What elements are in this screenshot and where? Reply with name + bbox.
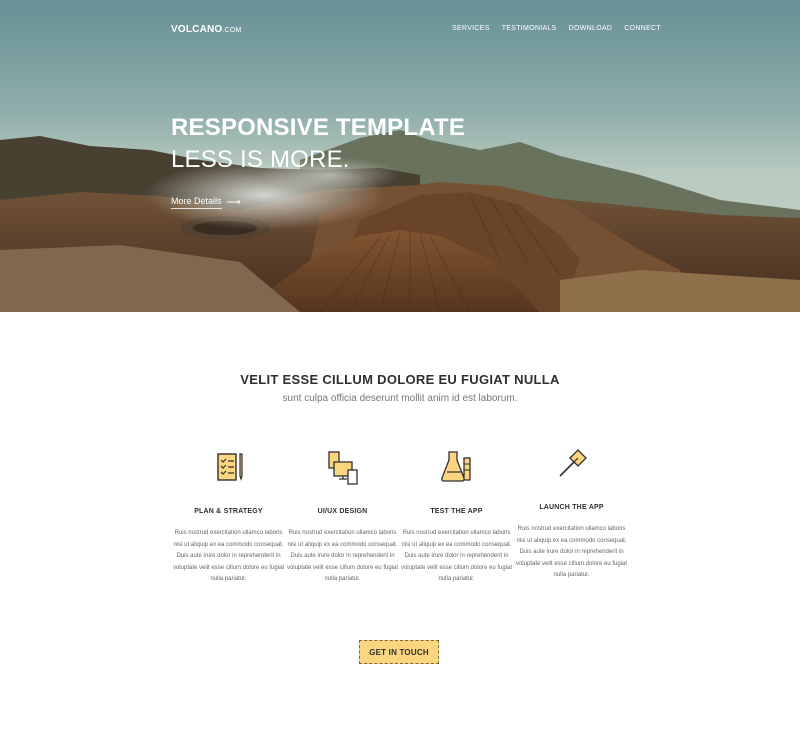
flag-icon <box>558 449 587 477</box>
feature-text: Ruis nostrud exercitation ullamco labori… <box>515 526 628 579</box>
feature-text: Ruis nostrud exercitation ullamco labori… <box>172 530 285 583</box>
feature-text: Ruis nostrud exercitation ullamco labori… <box>400 530 513 583</box>
feature-launch-the-app: LAUNCH THE APP Ruis nostrud exercitation… <box>514 444 629 582</box>
hero-banner: VOLCANO.COM SERVICES TESTIMONIALS DOWNLO… <box>0 0 800 312</box>
more-details-label: More Details <box>171 196 222 209</box>
feature-title: UI/UX DESIGN <box>317 508 368 515</box>
feature-text: Ruis nostrud exercitation ullamco labori… <box>286 530 399 583</box>
get-in-touch-button[interactable]: GET IN TOUCH <box>359 640 439 664</box>
more-details-link[interactable]: More Details ⟶ <box>171 196 241 209</box>
logo-suffix: .COM <box>222 27 242 34</box>
logo[interactable]: VOLCANO.COM <box>171 24 241 35</box>
nav-link-testimonials[interactable]: TESTIMONIALS <box>502 25 557 32</box>
section-subtitle: sunt culpa officia deserunt mollit anim … <box>282 393 518 404</box>
lab-flask-icon <box>440 451 471 482</box>
features-grid: PLAN & STRATEGY Ruis nostrud exercitatio… <box>171 448 629 598</box>
logo-main: VOLCANO <box>171 24 223 35</box>
arrow-right-icon: ⟶ <box>226 197 241 208</box>
feature-title: LAUNCH THE APP <box>539 504 604 511</box>
feature-title: TEST THE APP <box>430 508 483 515</box>
devices-icon <box>327 451 358 485</box>
feature-ui-ux-design: UI/UX DESIGN Ruis nostrud exercitation u… <box>285 448 400 586</box>
nav-link-services[interactable]: SERVICES <box>452 25 490 32</box>
top-navigation: VOLCANO.COM SERVICES TESTIMONIALS DOWNLO… <box>0 0 800 60</box>
section-title: VELIT ESSE CILLUM DOLORE EU FUGIAT NULLA <box>240 372 560 387</box>
hero-subtitle: LESS IS MORE. <box>171 146 350 173</box>
feature-title: PLAN & STRATEGY <box>194 508 263 515</box>
nav-link-connect[interactable]: CONNECT <box>624 25 661 32</box>
feature-test-the-app: TEST THE APP Ruis nostrud exercitation u… <box>399 448 514 586</box>
nav-links: SERVICES TESTIMONIALS DOWNLOAD CONNECT <box>452 25 661 32</box>
hero-title: RESPONSIVE TEMPLATE <box>171 114 466 141</box>
feature-plan-strategy: PLAN & STRATEGY Ruis nostrud exercitatio… <box>171 448 286 586</box>
checklist-pencil-icon <box>216 453 243 481</box>
nav-link-download[interactable]: DOWNLOAD <box>569 25 613 32</box>
